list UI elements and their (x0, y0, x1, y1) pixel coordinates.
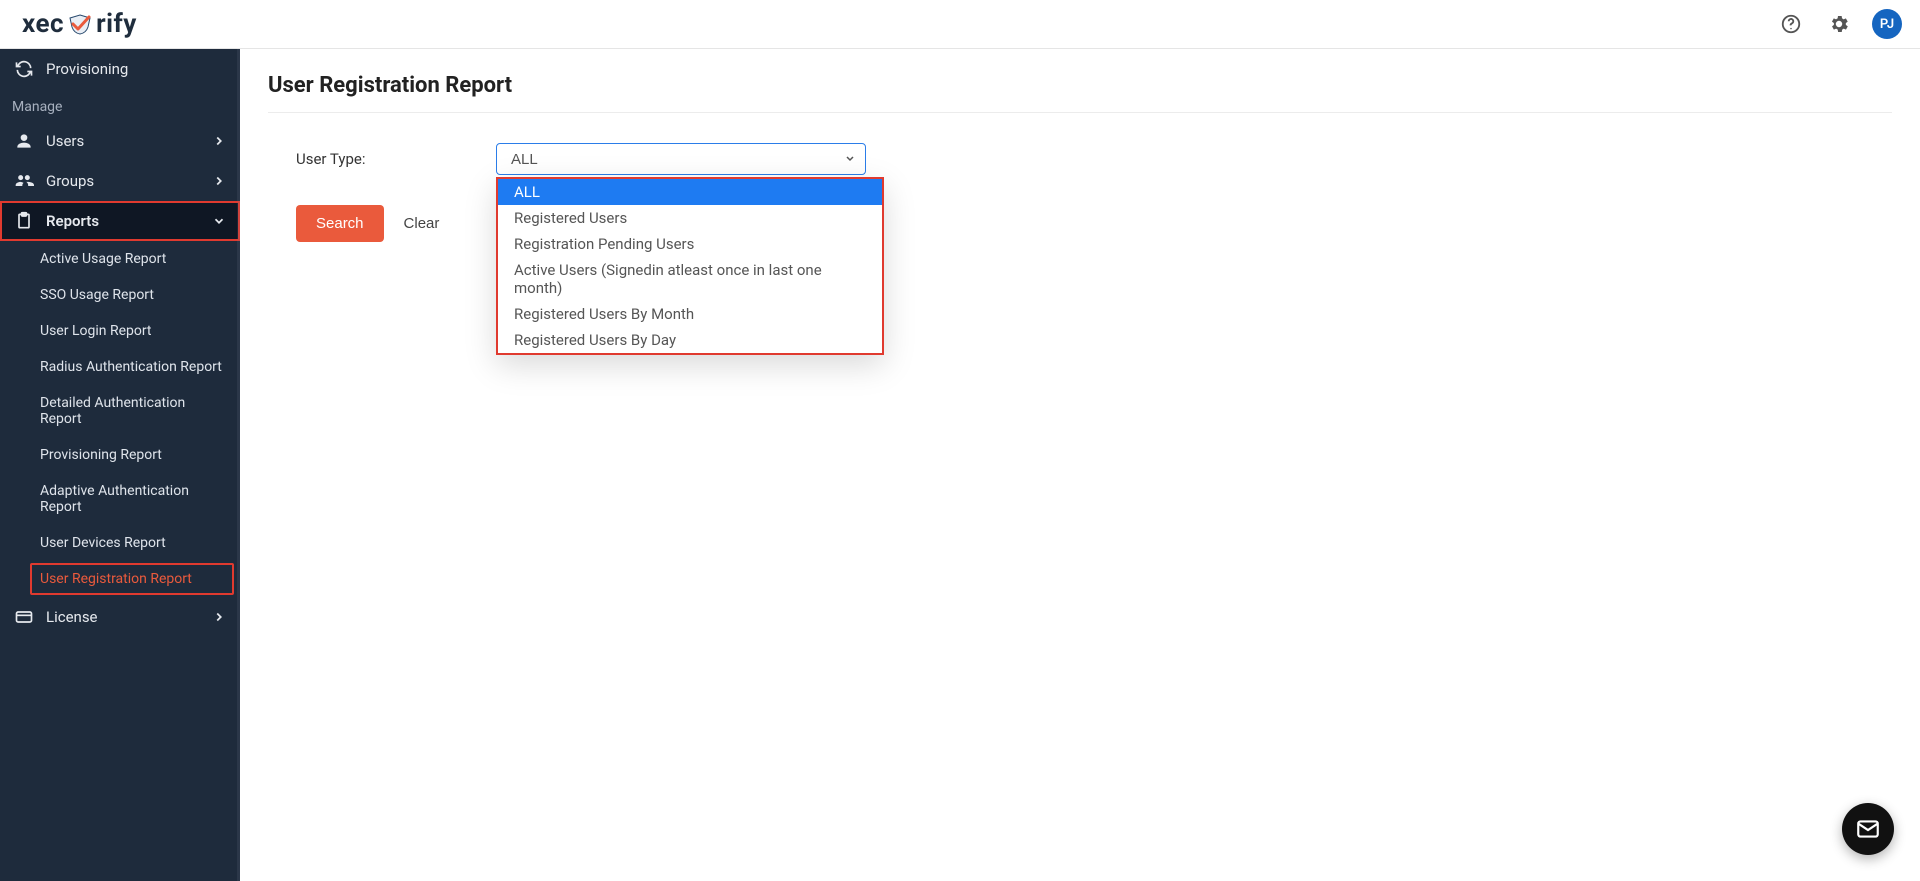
user-type-select-wrap: ALL ALL Registered Users Registration Pe… (496, 143, 866, 175)
header-actions: PJ (1776, 9, 1902, 39)
sidebar-item-groups[interactable]: Groups (0, 161, 240, 201)
sync-icon (14, 59, 34, 79)
dropdown-option-by-month[interactable]: Registered Users By Month (498, 301, 882, 327)
dropdown-option-active-users[interactable]: Active Users (Signedin atleast once in l… (498, 257, 882, 301)
main-content: User Registration Report User Type: ALL … (240, 49, 1920, 881)
chevron-right-icon (212, 134, 226, 148)
clipboard-icon (14, 211, 34, 231)
sidebar-sub-user-devices[interactable]: User Devices Report (0, 525, 240, 561)
sidebar-item-label: User Login Report (40, 323, 152, 339)
user-type-row: User Type: ALL ALL Registered Users Regi… (296, 143, 1892, 175)
chevron-right-icon (212, 610, 226, 624)
sidebar-sub-sso-usage[interactable]: SSO Usage Report (0, 277, 240, 313)
sidebar-item-label: SSO Usage Report (40, 287, 154, 303)
sidebar-item-reports[interactable]: Reports (0, 201, 240, 241)
chevron-right-icon (212, 174, 226, 188)
sidebar-item-label: Detailed Authentication Report (40, 395, 226, 427)
avatar-initials: PJ (1880, 17, 1894, 32)
sidebar-item-label: Provisioning Report (40, 447, 162, 463)
brand-text-right: rify (96, 9, 137, 39)
dropdown-option-registration-pending[interactable]: Registration Pending Users (498, 231, 882, 257)
sidebar-item-label: Users (46, 132, 84, 150)
card-icon (14, 607, 34, 627)
user-type-label: User Type: (296, 150, 476, 168)
chevron-down-icon (212, 214, 226, 228)
sidebar-item-license[interactable]: License (0, 597, 240, 637)
sidebar-item-label: User Registration Report (40, 571, 192, 587)
sidebar-sub-radius-auth[interactable]: Radius Authentication Report (0, 349, 240, 385)
avatar[interactable]: PJ (1872, 9, 1902, 39)
sidebar-item-label: Reports (46, 212, 99, 230)
mail-icon (1855, 816, 1881, 842)
sidebar-sub-active-usage[interactable]: Active Usage Report (0, 241, 240, 277)
dropdown-option-all[interactable]: ALL (498, 179, 882, 205)
sidebar-item-label: Radius Authentication Report (40, 359, 222, 375)
dropdown-option-by-day[interactable]: Registered Users By Day (498, 327, 882, 353)
sidebar-sub-user-registration[interactable]: User Registration Report (30, 563, 234, 595)
sidebar-sub-provisioning-report[interactable]: Provisioning Report (0, 437, 240, 473)
sidebar: Provisioning Manage Users Groups Reports… (0, 49, 240, 881)
sidebar-item-label: Active Usage Report (40, 251, 166, 267)
dropdown-option-registered-users[interactable]: Registered Users (498, 205, 882, 231)
sidebar-sub-detailed-auth[interactable]: Detailed Authentication Report (0, 385, 240, 437)
sidebar-sub-user-login[interactable]: User Login Report (0, 313, 240, 349)
gear-icon[interactable] (1824, 9, 1854, 39)
user-type-select[interactable]: ALL (496, 143, 866, 175)
people-icon (14, 171, 34, 191)
brand-check-icon (66, 13, 94, 35)
search-button[interactable]: Search (296, 205, 384, 242)
person-icon (14, 131, 34, 151)
sidebar-item-label: User Devices Report (40, 535, 166, 551)
user-type-dropdown: ALL Registered Users Registration Pendin… (496, 177, 884, 355)
brand-text-left: xec (22, 9, 64, 39)
sidebar-sub-adaptive-auth[interactable]: Adaptive Authentication Report (0, 473, 240, 525)
app-header: xec rify PJ (0, 0, 1920, 49)
sidebar-item-provisioning[interactable]: Provisioning (0, 49, 240, 89)
help-icon[interactable] (1776, 9, 1806, 39)
sidebar-item-label: License (46, 608, 98, 626)
brand-logo: xec rify (22, 9, 137, 39)
sidebar-item-label: Groups (46, 172, 94, 190)
clear-button[interactable]: Clear (396, 205, 448, 242)
sidebar-item-label: Provisioning (46, 60, 128, 78)
page-title: User Registration Report (268, 69, 1892, 113)
sidebar-item-label: Adaptive Authentication Report (40, 483, 226, 515)
chat-fab[interactable] (1842, 803, 1894, 855)
sidebar-item-users[interactable]: Users (0, 121, 240, 161)
sidebar-section-manage: Manage (0, 89, 240, 121)
